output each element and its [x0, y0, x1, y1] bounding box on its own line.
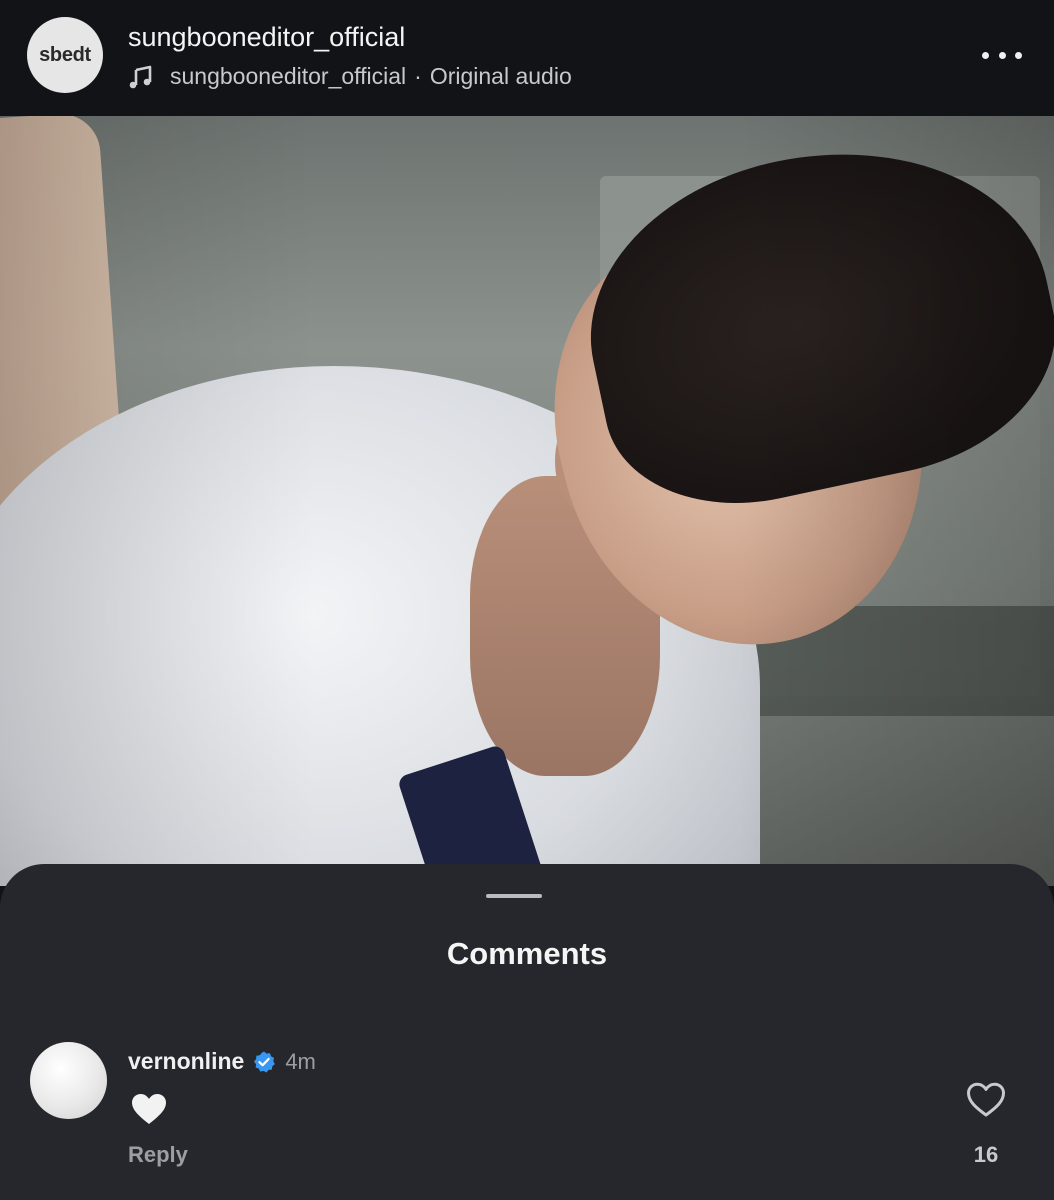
profile-avatar[interactable]: sbedt [27, 17, 103, 93]
comment-header: vernonline 4m [128, 1048, 316, 1075]
video-shade [0, 116, 1054, 886]
music-note-icon [128, 64, 154, 90]
heart-outline-icon [967, 1082, 1005, 1117]
more-options-button[interactable] [982, 42, 1022, 68]
comment-text: 🤍 [131, 1092, 167, 1126]
comments-title: Comments [446, 936, 608, 971]
sheet-grabber-handle[interactable] [486, 894, 542, 898]
reel-header: sbedt sungbooneditor_official sungbooned… [0, 0, 1054, 116]
commenter-username[interactable]: vernonline [128, 1048, 244, 1075]
like-comment-button[interactable] [964, 1080, 1008, 1120]
more-dot [998, 51, 1006, 59]
audio-title: Original audio [429, 63, 572, 89]
like-count: 16 [973, 1142, 999, 1167]
comment-item: vernonline 4m 🤍 Reply 16 [0, 1040, 1054, 1190]
comments-sheet: Comments vernonline 4m 🤍 Reply 16 [0, 864, 1054, 1200]
white-heart-icon [132, 1094, 166, 1124]
commenter-avatar[interactable] [30, 1042, 107, 1119]
audio-user: sungbooneditor_official [170, 63, 407, 89]
comment-timestamp: 4m [285, 1048, 316, 1074]
more-dot [1015, 51, 1022, 59]
audio-separator: · [414, 63, 422, 89]
more-dot [982, 51, 989, 59]
avatar-text: sbedt [39, 43, 91, 66]
reply-button[interactable]: Reply [128, 1142, 188, 1168]
verified-badge-icon [252, 1050, 276, 1074]
profile-username[interactable]: sungbooneditor_official [128, 22, 405, 53]
audio-info[interactable]: sungbooneditor_official · Original audio [128, 63, 572, 90]
reel-video[interactable] [0, 116, 1054, 886]
